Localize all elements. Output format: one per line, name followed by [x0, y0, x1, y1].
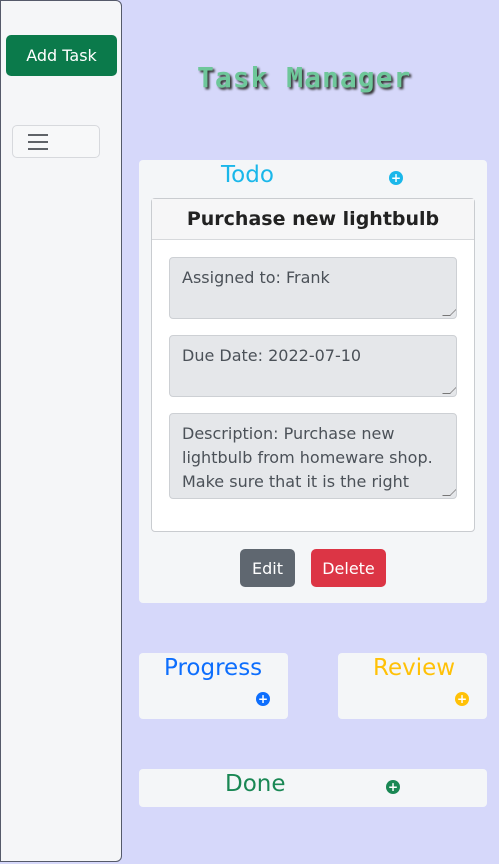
plus-circle-icon[interactable]: + [386, 780, 400, 794]
task-title: Purchase new lightbulb [152, 199, 474, 240]
todo-column-title: Todo [221, 162, 274, 188]
resize-handle-icon[interactable] [442, 386, 456, 394]
done-column [139, 769, 487, 807]
assigned-text: Assigned to: Frank [182, 268, 330, 287]
hamburger-menu-icon-bar [28, 141, 48, 143]
due-date-text: Due Date: 2022-07-10 [182, 346, 362, 365]
app-title: Task Manager [197, 61, 412, 94]
assigned-field[interactable]: Assigned to: Frank [169, 257, 457, 319]
description-text: Description: Purchase new lightbulb from… [182, 424, 433, 498]
description-field[interactable]: Description: Purchase new lightbulb from… [169, 413, 457, 499]
sidebar: Add Task [0, 0, 122, 862]
menu-toggle-button[interactable] [12, 125, 100, 158]
plus-circle-icon[interactable]: + [256, 692, 270, 706]
plus-circle-icon[interactable]: + [389, 171, 403, 185]
delete-button[interactable]: Delete [311, 549, 386, 587]
progress-column-title: Progress [164, 655, 263, 681]
resize-handle-icon[interactable] [442, 308, 456, 316]
done-column-title: Done [225, 771, 286, 797]
hamburger-menu-icon [28, 134, 48, 136]
due-date-field[interactable]: Due Date: 2022-07-10 [169, 335, 457, 397]
plus-circle-icon[interactable]: + [455, 692, 469, 706]
hamburger-menu-icon-bar [28, 148, 48, 150]
resize-handle-icon[interactable] [442, 488, 456, 496]
add-task-button[interactable]: Add Task [6, 35, 117, 76]
review-column-title: Review [373, 655, 456, 681]
edit-button[interactable]: Edit [240, 549, 295, 587]
